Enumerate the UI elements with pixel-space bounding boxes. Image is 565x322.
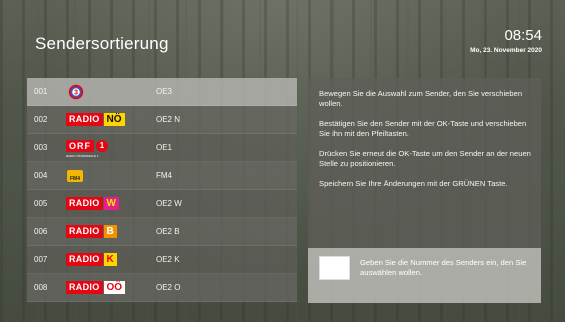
radio-ooe-logo: RADIO OÖ	[64, 279, 142, 297]
region-mark: W	[103, 196, 119, 210]
channel-number: 007	[34, 255, 48, 264]
channel-row-oe3[interactable]: 001 3 OE3	[27, 78, 297, 106]
orf-word: ORF	[66, 139, 94, 152]
radio-word: RADIO	[66, 252, 103, 266]
fm4-logo: FM4	[64, 167, 142, 185]
oe3-logo-graphic: 3	[68, 84, 84, 99]
oe3-logo: 3	[64, 83, 142, 101]
channel-number: 006	[34, 227, 48, 236]
instruction-select: Bewegen Sie die Auswahl zum Sender, den …	[319, 89, 523, 108]
orf1-logo: ORF 1 RADIO ÖSTERREICH 1	[64, 139, 142, 158]
radio-word: RADIO	[66, 280, 103, 294]
channel-number-input[interactable]	[319, 256, 350, 280]
region-mark: K	[103, 252, 117, 266]
region-mark: OÖ	[103, 280, 126, 294]
svg-text:3: 3	[74, 87, 78, 96]
instruction-save: Speichern Sie Ihre Änderungen mit der GR…	[319, 179, 508, 188]
channel-row-oe1[interactable]: 003 ORF 1 RADIO ÖSTERREICH 1 OE1	[27, 134, 297, 162]
radio-burgenland-logo: RADIO B	[64, 223, 142, 241]
channel-row-oe2-n[interactable]: 002 RADIO NÖ OE2 N	[27, 106, 297, 134]
fm4-mark: FM4	[67, 169, 83, 182]
radio-wien-logo: RADIO W	[64, 195, 142, 213]
region-mark: NÖ	[103, 112, 125, 126]
instruction-confirm-move: Bestätigen Sie den Sender mit der OK-Tas…	[319, 119, 527, 138]
radio-word: RADIO	[66, 224, 103, 238]
orf-subline: RADIO ÖSTERREICH 1	[66, 153, 99, 158]
channel-name: OE2 W	[156, 199, 182, 208]
radio-word: RADIO	[66, 196, 103, 210]
channel-number: 003	[34, 143, 48, 152]
channel-row-oe2-w[interactable]: 005 RADIO W OE2 W	[27, 190, 297, 218]
radio-word: RADIO	[66, 112, 103, 126]
instruction-position: Drücken Sie erneut die OK-Taste um den S…	[319, 149, 531, 168]
channel-number: 005	[34, 199, 48, 208]
channel-name: OE2 N	[156, 115, 181, 124]
instructions-panel: Bewegen Sie die Auswahl zum Sender, den …	[308, 78, 541, 248]
region-mark: B	[103, 224, 117, 238]
channel-name: OE2 O	[156, 283, 181, 292]
channel-name: OE2 B	[156, 227, 180, 236]
one-mark: 1	[96, 139, 108, 152]
channel-number: 001	[34, 87, 48, 96]
page-title: Sendersortierung	[35, 34, 169, 53]
channel-name: OE2 K	[156, 255, 180, 264]
channel-name: OE1	[156, 143, 173, 152]
channel-name: FM4	[156, 171, 172, 180]
channel-number: 008	[34, 283, 48, 292]
radio-noe-logo: RADIO NÖ	[64, 111, 142, 129]
channel-row-oe2-b[interactable]: 006 RADIO B OE2 B	[27, 218, 297, 246]
number-input-panel: Geben Sie die Nummer des Senders ein, de…	[308, 248, 541, 303]
number-input-hint: Geben Sie die Nummer des Senders ein, de…	[360, 258, 527, 277]
channel-row-oe2-k[interactable]: 007 RADIO K OE2 K	[27, 246, 297, 274]
channel-name: OE3	[156, 87, 173, 96]
radio-kaernten-logo: RADIO K	[64, 251, 142, 269]
clock-date: Mo, 23. November 2020	[470, 47, 542, 54]
channel-number: 002	[34, 115, 48, 124]
channel-list: 001 3 OE3 002 RADIO NÖ OE2 N 003 ORF 1 R…	[27, 78, 297, 303]
channel-number: 004	[34, 171, 48, 180]
channel-row-fm4[interactable]: 004 FM4 FM4	[27, 162, 297, 190]
clock: 08:54 Mo, 23. November 2020	[470, 27, 542, 55]
clock-time: 08:54	[504, 27, 542, 44]
channel-row-oe2-o[interactable]: 008 RADIO OÖ OE2 O	[27, 274, 297, 302]
